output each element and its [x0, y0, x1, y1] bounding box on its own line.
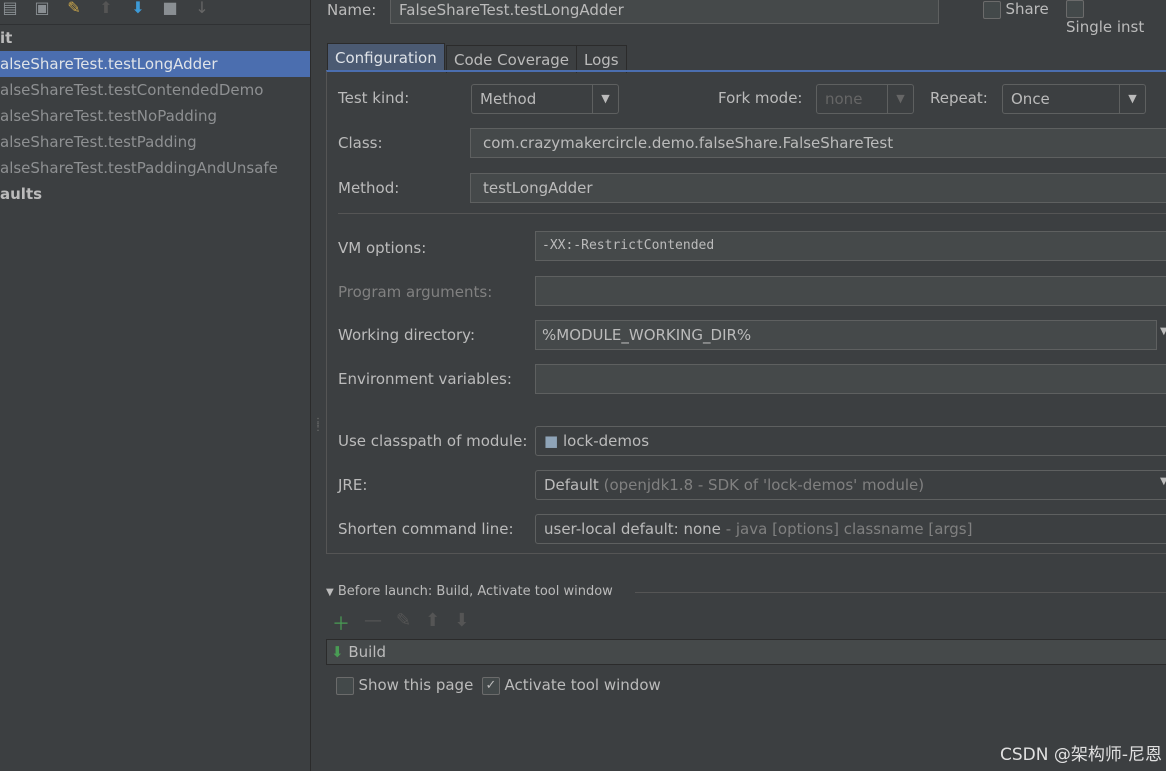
program-arguments-label: Program arguments:	[338, 283, 493, 301]
edit-icon[interactable]: ✎	[396, 610, 411, 636]
repeat-value: Once	[1011, 90, 1050, 108]
shorten-value: user-local default: none	[544, 520, 721, 538]
vm-options-label: VM options:	[338, 239, 427, 257]
tree-item[interactable]: alseShareTest.testPaddingAndUnsafe	[0, 155, 310, 181]
module-folder-icon: ■	[544, 432, 559, 450]
share-checkbox[interactable]: Share	[983, 0, 1049, 19]
configurations-toolbar: ▤ ▣ ✎ ⬆ ⬇ ■ ↓	[0, 0, 212, 22]
chevron-down-icon: ▼	[1119, 85, 1145, 113]
module-select[interactable]: ■ lock-demos	[535, 426, 1166, 456]
test-kind-label: Test kind:	[338, 89, 410, 107]
shorten-command-line-label: Shorten command line:	[338, 520, 514, 538]
module-label: Use classpath of module:	[338, 432, 528, 450]
before-launch-toolbar: ＋ — ✎ ⬆ ⬇	[332, 610, 469, 636]
activate-tool-window-checkbox[interactable]: ✓ Activate tool window	[482, 676, 661, 695]
name-label: Name:	[327, 1, 377, 19]
triangle-down-icon: ▼	[326, 587, 334, 598]
sort-az-icon[interactable]: ↓	[192, 0, 212, 22]
checkmark-icon: ✓	[482, 677, 500, 695]
class-label: Class:	[338, 134, 383, 152]
arrow-up-icon[interactable]: ⬆	[425, 610, 440, 636]
tree-item[interactable]: alseShareTest.testLongAdder	[0, 51, 310, 77]
repeat-select[interactable]: Once ▼	[1002, 84, 1146, 114]
build-task-label: Build	[348, 643, 387, 661]
wrench-icon[interactable]: ✎	[64, 0, 84, 22]
jre-detail: (openjdk1.8 - SDK of 'lock-demos' module…	[603, 476, 925, 494]
single-instance-checkbox[interactable]: Single inst	[1066, 0, 1166, 36]
environment-variables-input[interactable]	[535, 364, 1166, 394]
method-input[interactable]: testLongAdder	[470, 173, 1166, 203]
before-launch-title: Before launch: Build, Activate tool wind…	[337, 584, 613, 599]
before-launch-toggle[interactable]: ▼ Before launch: Build, Activate tool wi…	[326, 584, 613, 599]
working-directory-label: Working directory:	[338, 326, 476, 344]
tree-item[interactable]: alseShareTest.testPadding	[0, 129, 310, 155]
program-arguments-input[interactable]	[535, 276, 1166, 306]
shorten-command-line-select[interactable]: user-local default: none - java [options…	[535, 514, 1166, 544]
chevron-down-icon[interactable]: ▼	[1160, 476, 1166, 487]
remove-icon[interactable]: —	[364, 610, 382, 636]
jre-value: Default	[544, 476, 599, 494]
save-icon[interactable]: ▣	[32, 0, 52, 22]
show-this-page-label: Show this page	[358, 676, 474, 694]
share-label: Share	[1005, 0, 1049, 18]
arrow-down-icon[interactable]: ⬇	[454, 610, 469, 636]
module-value: lock-demos	[562, 432, 650, 450]
jre-select[interactable]: Default (openjdk1.8 - SDK of 'lock-demos…	[535, 470, 1166, 500]
jre-label: JRE:	[338, 476, 368, 494]
chevron-down-icon[interactable]: ▼	[1160, 326, 1166, 337]
single-instance-label: Single inst	[1066, 18, 1145, 36]
folder-icon[interactable]: ■	[160, 0, 180, 22]
chevron-down-icon: ▼	[887, 85, 913, 113]
class-input[interactable]: com.crazymakercircle.demo.falseShare.Fal…	[470, 128, 1166, 158]
tree-group-junit[interactable]: it	[0, 25, 310, 51]
fork-mode-value: none	[825, 90, 863, 108]
repeat-label: Repeat:	[930, 89, 988, 107]
configurations-panel: ▤ ▣ ✎ ⬆ ⬇ ■ ↓ it alseShareTest.testLongA…	[0, 0, 311, 771]
tab-logs[interactable]: Logs	[576, 45, 627, 73]
add-icon[interactable]: ＋	[332, 610, 350, 636]
copy-icon[interactable]: ▤	[0, 0, 20, 22]
tree-item[interactable]: alseShareTest.testNoPadding	[0, 103, 310, 129]
show-this-page-checkbox[interactable]: Show this page	[336, 676, 473, 695]
name-input[interactable]: FalseShareTest.testLongAdder	[390, 0, 939, 24]
activate-tool-window-label: Activate tool window	[504, 676, 661, 694]
fork-mode-label: Fork mode:	[718, 89, 803, 107]
method-label: Method:	[338, 179, 400, 197]
configuration-tree: it alseShareTest.testLongAdder alseShare…	[0, 24, 310, 207]
test-kind-select[interactable]: Method ▼	[471, 84, 619, 114]
build-icon: ⬇	[331, 643, 344, 661]
working-directory-input[interactable]: %MODULE_WORKING_DIR%	[535, 320, 1157, 350]
divider	[338, 213, 1166, 214]
watermark: CSDN @架构师-尼恩	[1000, 745, 1163, 765]
tab-code-coverage[interactable]: Code Coverage	[446, 45, 578, 73]
arrow-up-icon[interactable]: ⬆	[96, 0, 116, 22]
tree-item[interactable]: alseShareTest.testContendedDemo	[0, 77, 310, 103]
divider	[635, 592, 1166, 593]
arrow-down-icon[interactable]: ⬇	[128, 0, 148, 22]
vm-options-input[interactable]: -XX:-RestrictContended	[535, 231, 1166, 261]
chevron-down-icon: ▼	[592, 85, 618, 113]
tree-group-defaults[interactable]: aults	[0, 181, 310, 207]
shorten-detail: - java [options] classname [args]	[725, 520, 973, 538]
environment-variables-label: Environment variables:	[338, 370, 512, 388]
fork-mode-select: none ▼	[816, 84, 914, 114]
build-task-item[interactable]: ⬇ Build	[326, 639, 1166, 665]
tab-configuration[interactable]: Configuration	[327, 43, 445, 71]
splitter-handle[interactable]: ⋮ ⋮	[313, 418, 323, 433]
test-kind-value: Method	[480, 90, 537, 108]
